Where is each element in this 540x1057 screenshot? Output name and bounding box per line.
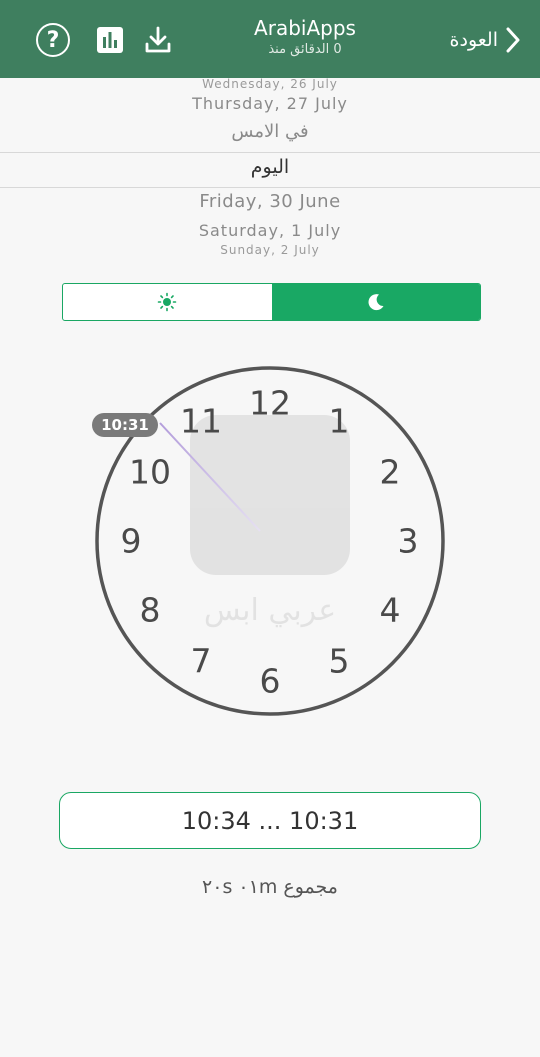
clock-number-12: 12	[249, 383, 291, 423]
date-option[interactable]: Thursday, 27 July	[0, 94, 540, 113]
date-option[interactable]: Saturday, 1 July	[0, 221, 540, 240]
date-option[interactable]: Wednesday, 26 July	[0, 78, 540, 92]
sun-icon	[157, 292, 177, 312]
date-option-selected[interactable]: اليوم	[0, 156, 540, 178]
date-option[interactable]: في الامس	[0, 121, 540, 142]
clock-number-5: 5	[328, 641, 350, 681]
bar-chart-icon	[97, 27, 123, 53]
svg-text:عربي ابس: عربي ابس	[204, 593, 336, 628]
watermark-logo: عربي ابس	[190, 415, 350, 628]
clock-number-4: 4	[379, 590, 401, 630]
moon-icon	[368, 294, 384, 311]
date-option[interactable]: Friday, 30 June	[0, 191, 540, 212]
clock-number-1: 1	[328, 401, 350, 441]
day-night-toggle[interactable]	[62, 283, 481, 321]
clock-number-8: 8	[139, 590, 161, 630]
date-picker-wheel[interactable]: Wednesday, 26 July Thursday, 27 July في …	[0, 78, 540, 263]
back-button[interactable]: العودة	[450, 22, 522, 58]
header-title-block: ArabiApps 0 الدقائق منذ	[200, 16, 410, 57]
app-title: ArabiApps	[254, 16, 356, 40]
day-option[interactable]	[63, 284, 272, 320]
help-button[interactable]: ?	[35, 22, 71, 58]
wheel-divider-bottom	[0, 187, 540, 188]
clock-number-7: 7	[190, 641, 212, 681]
night-option[interactable]	[271, 284, 480, 320]
time-range-box[interactable]: 10:34 ... 10:31	[59, 792, 481, 849]
clock-number-6: 6	[259, 661, 281, 701]
clock-number-11: 11	[180, 401, 222, 441]
app-subtitle: 0 الدقائق منذ	[268, 42, 342, 57]
clock-number-10: 10	[129, 452, 171, 492]
download-icon	[145, 26, 171, 53]
help-icon: ?	[36, 23, 70, 57]
clock-number-2: 2	[379, 452, 401, 492]
clock-number-9: 9	[120, 521, 142, 561]
wheel-divider-top	[0, 152, 540, 153]
app-header: ? ArabiApps 0 الدقائق منذ العودة	[0, 0, 540, 78]
clock-number-3: 3	[397, 521, 419, 561]
back-label: العودة	[449, 29, 498, 51]
time-marker-badge[interactable]: 10:31	[92, 413, 158, 437]
total-duration: مجموع ٠١m ٢٠s	[202, 876, 338, 898]
chevron-right-icon	[506, 27, 520, 53]
date-option[interactable]: Sunday, 2 July	[0, 244, 540, 258]
download-button[interactable]	[140, 22, 176, 58]
stats-button[interactable]	[92, 22, 128, 58]
